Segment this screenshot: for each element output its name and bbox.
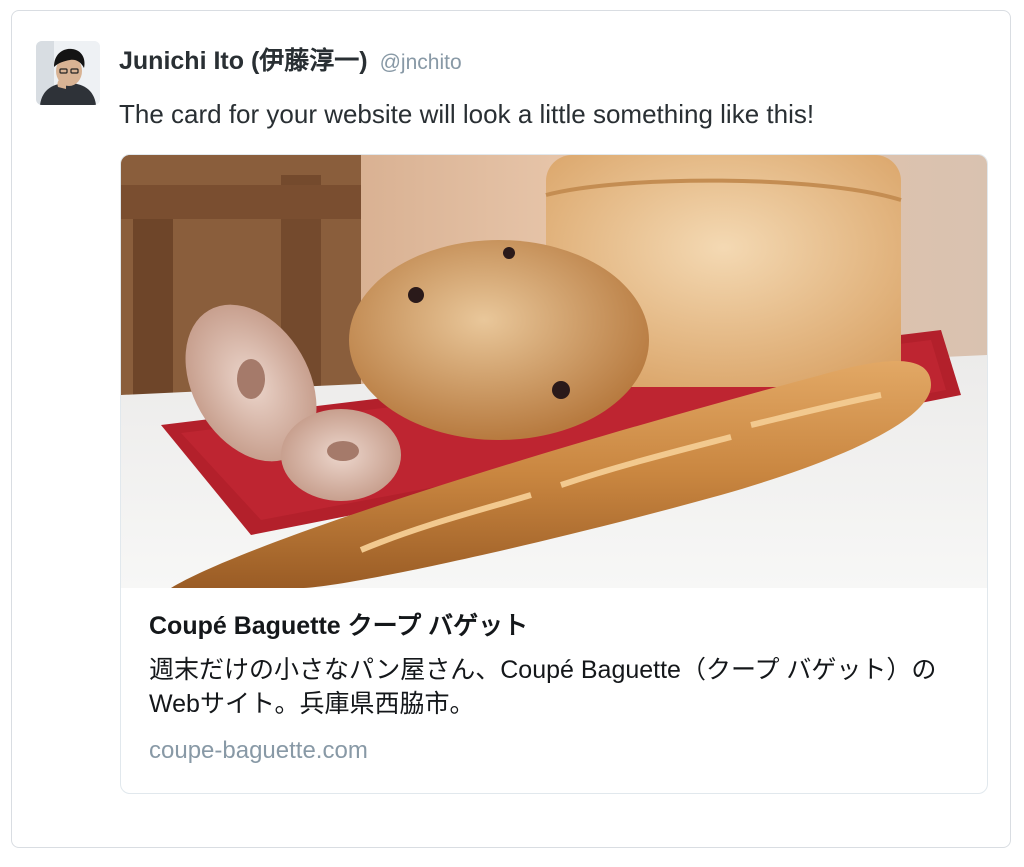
card-domain[interactable]: coupe-baguette.com (149, 735, 965, 767)
author-handle[interactable]: @jnchito (380, 51, 462, 75)
author-avatar[interactable] (36, 41, 100, 105)
user-avatar-photo-icon (36, 41, 100, 105)
tweet-text: The card for your website will look a li… (119, 99, 815, 129)
link-card[interactable]: Coupé Baguette クープ バゲット 週末だけの小さなパン屋さん、Co… (120, 154, 988, 794)
tweet-header: Junichi Ito (伊藤淳一) @jnchito (119, 41, 462, 77)
card-description: 週末だけの小さなパン屋さん、Coupé Baguette（クープ バゲット）のW… (149, 656, 937, 718)
card-body: Coupé Baguette クープ バゲット 週末だけの小さなパン屋さん、Co… (149, 609, 965, 767)
card-title[interactable]: Coupé Baguette クープ バゲット (149, 609, 965, 643)
tweet-card-container: Junichi Ito (伊藤淳一) @jnchito The card for… (11, 10, 1011, 848)
author-display-name[interactable]: Junichi Ito (伊藤淳一) (119, 41, 368, 77)
bread-photo-icon (121, 155, 987, 588)
